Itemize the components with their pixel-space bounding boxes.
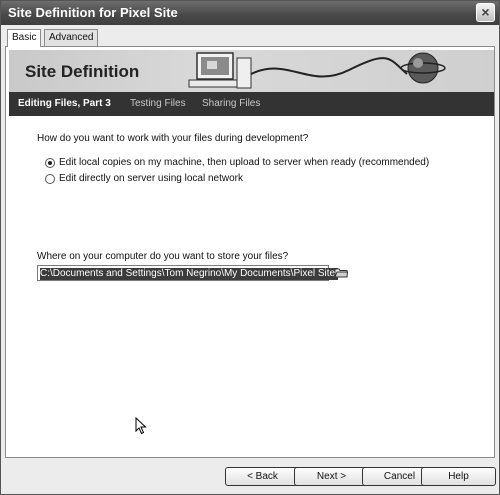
window-title: Site Definition for Pixel Site xyxy=(8,5,178,20)
step-sharing-files: Sharing Files xyxy=(202,98,261,109)
question-work-mode: How do you want to work with your files … xyxy=(37,133,309,144)
local-folder-field[interactable]: C:\Documents and Settings\Tom Negrino\My… xyxy=(37,265,338,281)
tab-basic[interactable]: Basic xyxy=(7,29,42,47)
wizard-banner: Site Definition xyxy=(9,50,494,92)
folder-icon[interactable] xyxy=(334,266,348,278)
wizard-steps: Editing Files, Part 3 Testing Files Shar… xyxy=(9,92,494,116)
local-folder-value: C:\Documents and Settings\Tom Negrino\My… xyxy=(40,268,338,280)
mouse-pointer-icon xyxy=(135,417,147,435)
close-button[interactable]: × xyxy=(476,3,495,22)
next-button[interactable]: Next > xyxy=(294,467,369,486)
radio-edit-local[interactable] xyxy=(45,158,55,168)
radio-edit-server[interactable] xyxy=(45,174,55,184)
step-testing-files: Testing Files xyxy=(130,98,186,109)
help-button[interactable]: Help xyxy=(421,467,496,486)
dialog-window: Site Definition for Pixel Site × Basic A… xyxy=(0,0,500,495)
banner-title: Site Definition xyxy=(25,62,140,81)
option-edit-local-label[interactable]: Edit local copies on my machine, then up… xyxy=(59,157,429,168)
option-edit-server-label[interactable]: Edit directly on server using local netw… xyxy=(59,173,243,184)
step-editing-files: Editing Files, Part 3 xyxy=(18,98,111,109)
title-bar[interactable]: Site Definition for Pixel Site × xyxy=(1,1,499,25)
tab-advanced[interactable]: Advanced xyxy=(44,29,99,46)
computer-network-illustration xyxy=(188,52,446,89)
question-store-location: Where on your computer do you want to st… xyxy=(37,251,289,262)
back-button[interactable]: < Back xyxy=(225,467,300,486)
